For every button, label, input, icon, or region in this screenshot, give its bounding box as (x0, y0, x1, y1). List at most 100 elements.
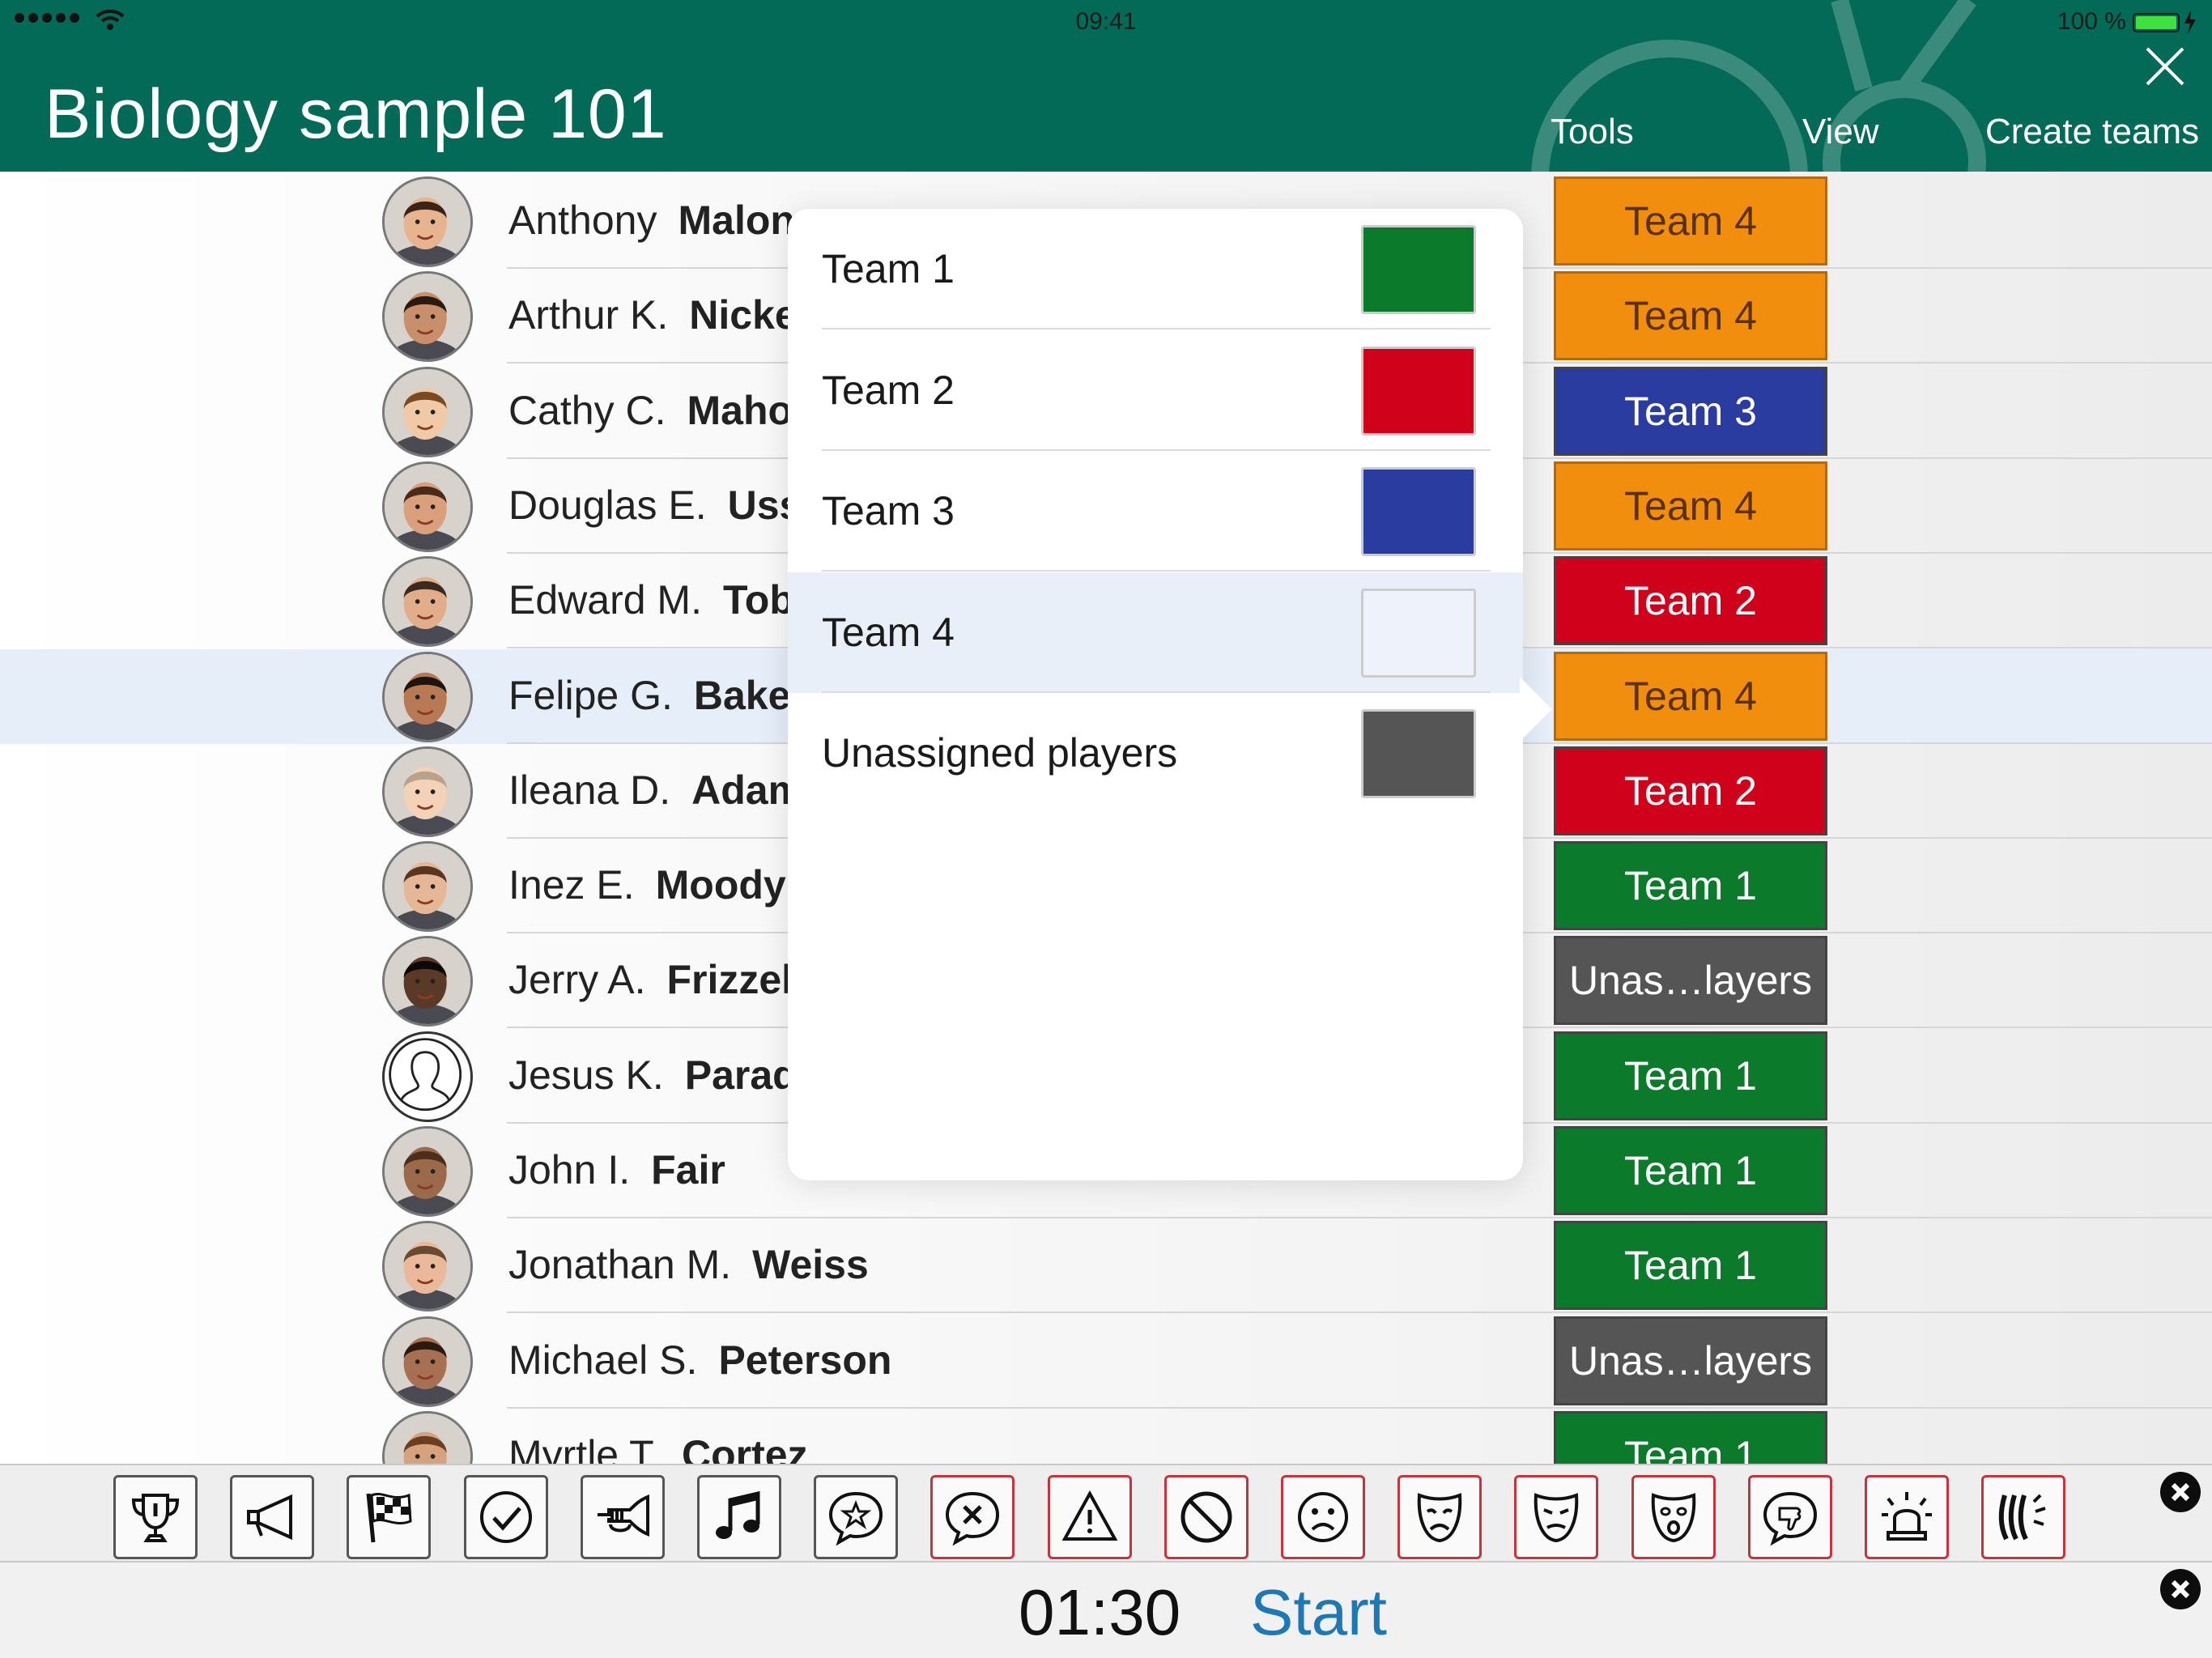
avatar (382, 1316, 473, 1407)
table-row[interactable]: Michael S. Peterson Unas…layers (0, 1314, 2212, 1409)
trumpet-button[interactable] (580, 1475, 665, 1559)
student-name: Ileana D. Adams (508, 767, 827, 814)
team-assignment-button[interactable]: Team 4 (1554, 176, 1827, 266)
avatar (382, 176, 473, 267)
avatar (382, 1031, 473, 1122)
student-last-name: Fair (651, 1147, 725, 1192)
student-first-name: Ileana D. (508, 767, 671, 813)
trumpet-icon (597, 1494, 649, 1537)
avatar (382, 746, 473, 837)
applause-button[interactable] (1981, 1475, 2066, 1559)
sad-mask-icon (1417, 1493, 1462, 1543)
table-row[interactable]: Myrtle T. Cortez Team 1 (0, 1409, 2212, 1464)
team-assignment-button[interactable]: Team 4 (1554, 271, 1827, 361)
student-last-name: Moody (655, 862, 786, 908)
avatar (382, 1221, 473, 1312)
thumbs-down-button[interactable] (1747, 1475, 1832, 1559)
team-assignment-button[interactable]: Unas…layers (1554, 936, 1827, 1026)
avatar (382, 366, 473, 457)
avatar (382, 936, 473, 1027)
battery-icon (2133, 13, 2180, 32)
create-teams-menu[interactable]: Create teams (1985, 112, 2199, 152)
trophy-button[interactable] (113, 1475, 198, 1559)
checkered-flag-button[interactable] (347, 1475, 432, 1559)
team-assignment-button[interactable]: Team 4 (1554, 461, 1827, 551)
team-assignment-button[interactable]: Team 2 (1554, 556, 1827, 646)
student-first-name: Edward M. (508, 577, 702, 623)
student-name: Michael S. Peterson (508, 1337, 891, 1384)
team-assignment-button[interactable]: Team 1 (1554, 1126, 1827, 1215)
team-assignment-button[interactable]: Team 1 (1554, 1221, 1827, 1311)
team-assignment-button[interactable]: Team 2 (1554, 746, 1827, 835)
x-speech-button[interactable] (930, 1475, 1015, 1559)
close-icon[interactable] (2142, 44, 2188, 89)
surprised-mask-button[interactable] (1631, 1475, 1716, 1559)
student-last-name: Frizzell (666, 957, 804, 1003)
warning-icon (1061, 1490, 1117, 1541)
student-first-name: Jerry A. (508, 957, 646, 1003)
student-first-name: Jesus K. (508, 1052, 664, 1098)
trophy-icon (131, 1494, 180, 1542)
student-last-name: Weiss (752, 1242, 869, 1288)
close-toolbar-button[interactable] (2160, 1472, 2201, 1512)
alarm-light-icon (1882, 1492, 1932, 1541)
warning-button[interactable] (1047, 1475, 1132, 1559)
status-bar: 09:41 100 % (0, 0, 2212, 45)
student-first-name: Cathy C. (508, 387, 666, 433)
team-assignment-button[interactable]: Team 1 (1554, 1410, 1827, 1464)
alarm-light-button[interactable] (1865, 1475, 1949, 1559)
team-option[interactable]: Team 1 (788, 209, 1523, 329)
close-icon (2171, 1482, 2190, 1502)
star-speech-button[interactable] (814, 1475, 899, 1559)
team-picker-popover: Team 1 Team 2 Team 3 Team 4 Unassigned playe… (788, 209, 1523, 1180)
sad-face-icon (1298, 1492, 1348, 1542)
music-note-button[interactable] (697, 1475, 781, 1559)
battery-percentage: 100 % (2057, 8, 2126, 35)
team-option-label: Team 1 (822, 246, 955, 291)
team-color-swatch (1361, 467, 1476, 556)
avatar (382, 271, 473, 363)
student-first-name: Inez E. (508, 862, 635, 908)
prohibited-icon (1180, 1491, 1232, 1543)
unhappy-mask-button[interactable] (1514, 1475, 1599, 1559)
thumbs-down-icon (1763, 1491, 1817, 1546)
sound-effects-toolbar (0, 1464, 2212, 1562)
view-menu[interactable]: View (1802, 112, 1879, 152)
team-option-label: Team 2 (822, 367, 955, 413)
applause-icon (1998, 1494, 2046, 1541)
student-name: Felipe G. Baker (508, 672, 806, 719)
team-option[interactable]: Team 4 (788, 572, 1523, 693)
team-assignment-button[interactable]: Unas…layers (1554, 1316, 1827, 1405)
student-last-name: Peterson (718, 1337, 892, 1383)
team-option[interactable]: Team 2 (788, 330, 1523, 451)
checkmark-button[interactable] (463, 1475, 548, 1559)
table-row[interactable]: Jonathan M. Weiss Team 1 (0, 1218, 2212, 1314)
team-option[interactable]: Unassigned players (788, 693, 1523, 814)
student-first-name: Myrtle T. (508, 1431, 661, 1464)
student-first-name: Arthur K. (508, 292, 669, 338)
team-option-label: Team 4 (822, 609, 955, 655)
prohibited-button[interactable] (1163, 1475, 1249, 1559)
x-speech-icon (946, 1491, 1000, 1546)
avatar (382, 461, 473, 552)
sad-mask-button[interactable] (1397, 1475, 1482, 1559)
student-name: Jonathan M. Weiss (508, 1241, 869, 1288)
status-time: 09:41 (1075, 8, 1137, 35)
student-first-name: Michael S. (508, 1337, 698, 1383)
team-assignment-button[interactable]: Team 1 (1554, 841, 1827, 931)
team-assignment-button[interactable]: Team 1 (1554, 1031, 1827, 1120)
team-color-swatch (1361, 588, 1476, 678)
sad-face-button[interactable] (1281, 1475, 1365, 1559)
start-button[interactable]: Start (1250, 1575, 1387, 1650)
student-name: Myrtle T. Cortez (508, 1431, 808, 1464)
team-option[interactable]: Team 3 (788, 451, 1523, 572)
megaphone-button[interactable] (230, 1475, 315, 1559)
student-name: John I. Fair (508, 1146, 725, 1193)
avatar (382, 651, 473, 742)
close-timer-button[interactable] (2160, 1569, 2201, 1609)
timer-bar: 01:30 Start (0, 1562, 2212, 1658)
tools-menu[interactable]: Tools (1551, 112, 1634, 152)
team-assignment-button[interactable]: Team 3 (1554, 366, 1827, 456)
team-color-swatch (1361, 346, 1476, 436)
team-assignment-button[interactable]: Team 4 (1554, 651, 1827, 741)
